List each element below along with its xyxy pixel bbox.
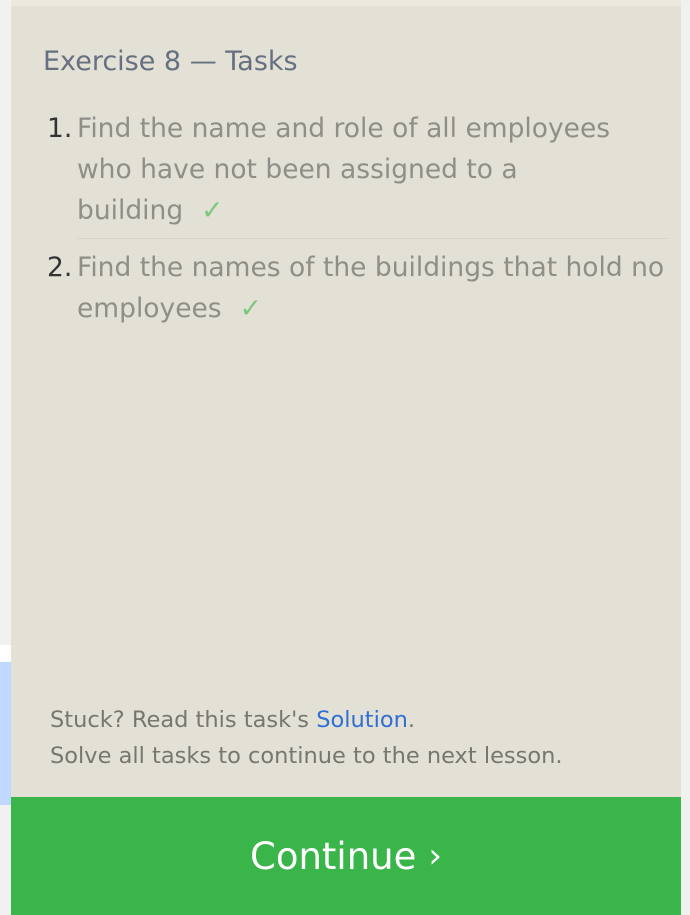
task-number: 2. — [47, 252, 73, 283]
task-text: Find the name and role of all employees … — [77, 113, 611, 226]
task-list: 1. Find the name and role of all employe… — [43, 108, 669, 329]
help-text: Stuck? Read this task's Solution. Solve … — [50, 702, 563, 774]
task-item-1: 1. Find the name and role of all employe… — [43, 108, 669, 231]
task-number: 1. — [47, 113, 73, 144]
continue-button-label: Continue — [250, 834, 417, 878]
stuck-line: Stuck? Read this task's Solution. — [50, 702, 563, 738]
left-edge-selection-block — [0, 662, 11, 805]
task-text: Find the names of the buildings that hol… — [77, 252, 665, 324]
panel-title: Exercise 8 — Tasks — [43, 46, 298, 77]
continue-button[interactable]: Continue › — [11, 797, 681, 915]
left-edge-white-block — [0, 645, 11, 662]
chevron-right-icon: › — [428, 836, 442, 876]
stuck-prefix: Stuck? Read this task's — [50, 707, 317, 733]
right-edge — [681, 0, 690, 915]
tasks-panel: Exercise 8 — Tasks 1. Find the name and … — [11, 6, 681, 915]
solution-link[interactable]: Solution — [316, 707, 408, 733]
check-icon: ✓ — [239, 293, 262, 324]
check-icon: ✓ — [201, 195, 224, 226]
continue-instruction: Solve all tasks to continue to the next … — [50, 743, 563, 769]
stuck-suffix: . — [407, 707, 416, 733]
task-divider — [77, 238, 669, 239]
left-edge-strip — [0, 0, 11, 915]
task-item-2: 2. Find the names of the buildings that … — [43, 247, 669, 329]
